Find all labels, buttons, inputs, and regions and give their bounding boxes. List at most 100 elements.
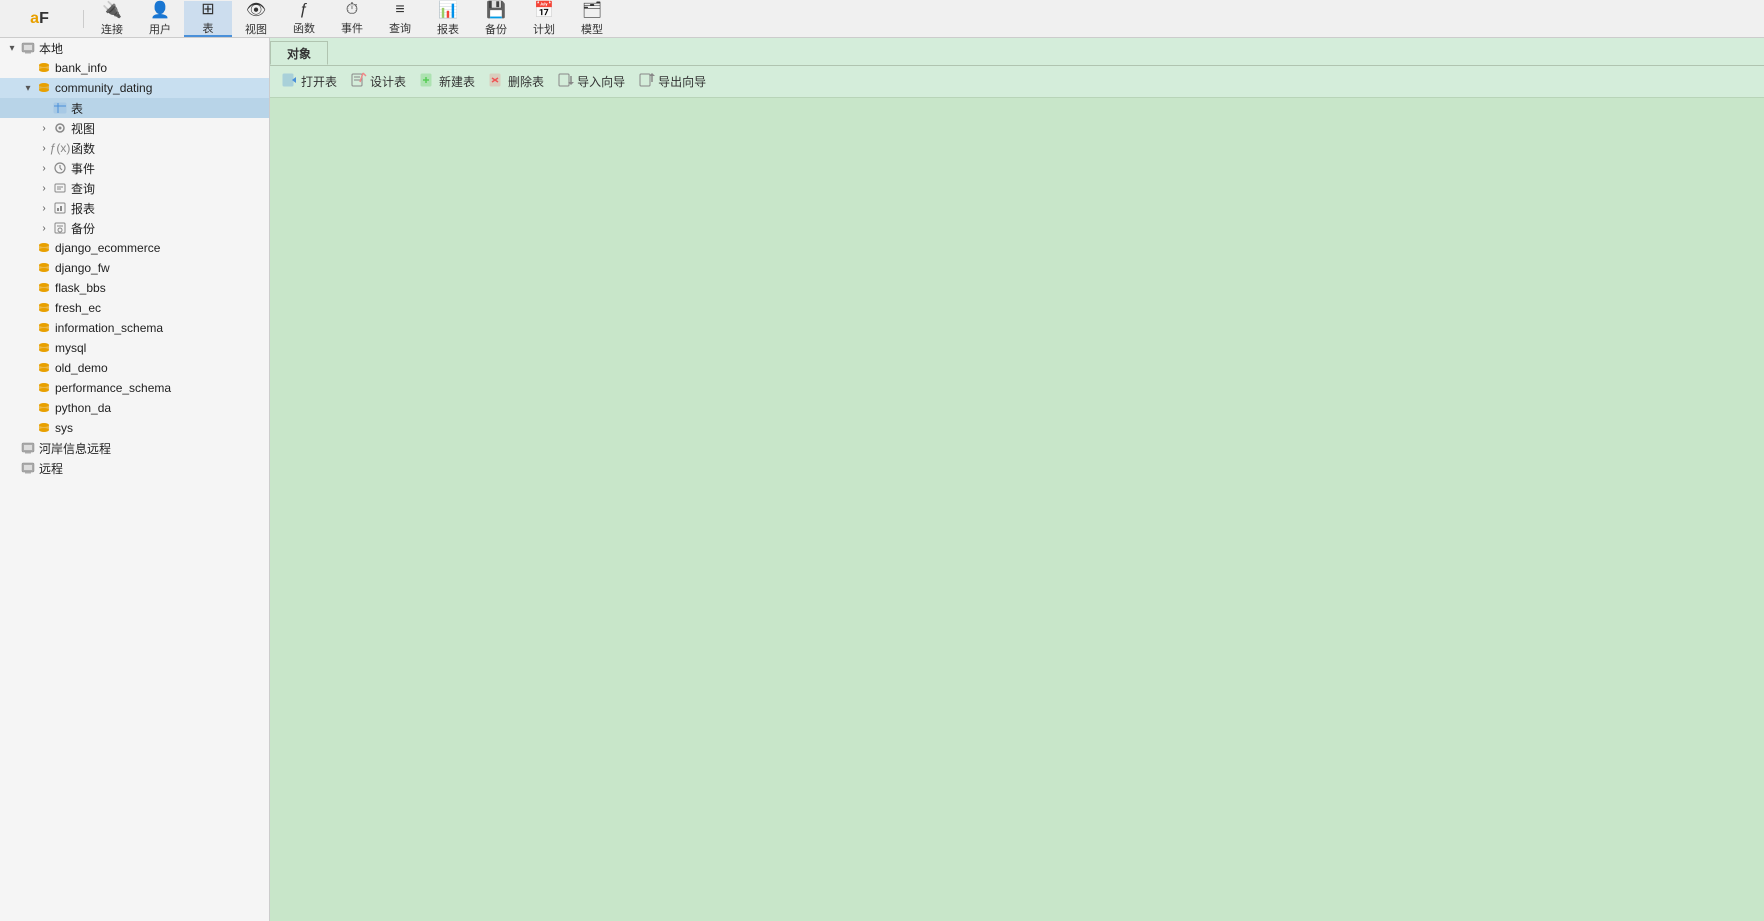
icon-bank_info [36, 60, 52, 76]
import-wizard-icon [558, 72, 574, 91]
report-label: 报表 [437, 21, 459, 37]
tree-item-view_node[interactable]: ›视图 [0, 118, 269, 138]
icon-old_demo [36, 360, 52, 376]
toolbar-btn-backup[interactable]: 💾备份 [472, 1, 520, 37]
label-django_fw: django_fw [55, 261, 110, 275]
toggle-remote [4, 460, 20, 476]
tree-item-python_da[interactable]: python_da [0, 398, 269, 418]
tree-item-community_dating[interactable]: ▾ community_dating [0, 78, 269, 98]
main-panel [270, 98, 1764, 921]
tree-item-mysql[interactable]: mysql [0, 338, 269, 358]
toolbar-btn-query[interactable]: ≡查询 [376, 1, 424, 37]
tree-item-local[interactable]: ▾本地 [0, 38, 269, 58]
model-icon: 🗂 [581, 0, 603, 20]
label-community_dating: community_dating [55, 81, 152, 95]
report-icon: 📊 [437, 0, 459, 20]
tree-item-django_fw[interactable]: django_fw [0, 258, 269, 278]
tree-item-heyan_remote[interactable]: 河岸信息远程 [0, 438, 269, 458]
export-wizard-icon [639, 72, 655, 91]
toolbar-btn-model[interactable]: 🗂模型 [568, 1, 616, 37]
tree-item-table_node[interactable]: 表 [0, 98, 269, 118]
icon-local [20, 40, 36, 56]
tree-item-event_node[interactable]: › 事件 [0, 158, 269, 178]
toolbar-btn-schedule[interactable]: 📅计划 [520, 1, 568, 37]
tree-item-func_node[interactable]: ›ƒ(x)函数 [0, 138, 269, 158]
icon-django_ecommerce [36, 240, 52, 256]
toolbar-btn-report[interactable]: 📊报表 [424, 1, 472, 37]
label-django_ecommerce: django_ecommerce [55, 241, 160, 255]
icon-func_node: ƒ(x) [52, 140, 68, 156]
tree-item-performance_schema[interactable]: performance_schema [0, 378, 269, 398]
obj-btn-design-table[interactable]: 设计表 [345, 70, 412, 93]
icon-fresh_ec [36, 300, 52, 316]
table-icon: ⊞ [197, 0, 219, 19]
toolbar-btn-view[interactable]: 👁视图 [232, 1, 280, 37]
tree-item-fresh_ec[interactable]: fresh_ec [0, 298, 269, 318]
toggle-report_node[interactable]: › [36, 200, 52, 216]
label-remote: 远程 [39, 460, 63, 477]
toggle-local[interactable]: ▾ [4, 40, 20, 56]
icon-mysql [36, 340, 52, 356]
obj-btn-export-wizard[interactable]: 导出向导 [633, 70, 712, 93]
query-icon: ≡ [389, 1, 411, 19]
tree-item-flask_bbs[interactable]: flask_bbs [0, 278, 269, 298]
icon-information_schema [36, 320, 52, 336]
tree-item-query_node[interactable]: ›查询 [0, 178, 269, 198]
icon-community_dating [36, 80, 52, 96]
label-performance_schema: performance_schema [55, 381, 171, 395]
toggle-view_node[interactable]: › [36, 120, 52, 136]
tree-item-report_node[interactable]: › 报表 [0, 198, 269, 218]
label-report_node: 报表 [71, 200, 95, 217]
label-old_demo: old_demo [55, 361, 108, 375]
toggle-query_node[interactable]: › [36, 180, 52, 196]
sidebar: ▾本地 bank_info ▾ community_dating 表›视图›ƒ(x)函数… [0, 38, 270, 921]
table-label: 表 [203, 20, 214, 36]
obj-buttons: 打开表 设计表 新建表删除表导入向导导出向导 [276, 70, 712, 93]
obj-btn-import-wizard[interactable]: 导入向导 [552, 70, 631, 93]
toggle-backup_node[interactable]: › [36, 220, 52, 236]
icon-sys [36, 420, 52, 436]
query-label: 查询 [389, 20, 411, 36]
toolbar-btn-table[interactable]: ⊞表 [184, 1, 232, 37]
icon-performance_schema [36, 380, 52, 396]
tab-bar: 对象 [270, 38, 1764, 66]
label-event_node: 事件 [71, 160, 95, 177]
toggle-heyan_remote [4, 440, 20, 456]
toggle-event_node[interactable]: › [36, 160, 52, 176]
obj-btn-new-table[interactable]: 新建表 [414, 70, 481, 93]
toggle-old_demo [20, 360, 36, 376]
icon-query_node [52, 180, 68, 196]
icon-view_node [52, 120, 68, 136]
event-icon: ⏱ [341, 1, 363, 19]
new-table-label: 新建表 [439, 73, 475, 90]
app-logo: aF [4, 10, 84, 28]
tree-item-remote[interactable]: 远程 [0, 458, 269, 478]
label-bank_info: bank_info [55, 61, 107, 75]
toolbar-buttons: 🔌连接👤用户⊞表👁视图ƒ函数⏱事件≡查询📊报表💾备份📅计划🗂模型 [88, 1, 616, 37]
toggle-community_dating[interactable]: ▾ [20, 80, 36, 96]
tree-item-sys[interactable]: sys [0, 418, 269, 438]
tree-item-backup_node[interactable]: › 备份 [0, 218, 269, 238]
icon-table_node [52, 100, 68, 116]
label-table_node: 表 [71, 100, 83, 117]
label-backup_node: 备份 [71, 220, 95, 237]
tab-objects[interactable]: 对象 [270, 41, 328, 65]
tree-item-bank_info[interactable]: bank_info [0, 58, 269, 78]
toggle-table_node [36, 100, 52, 116]
backup-icon: 💾 [485, 0, 507, 20]
tree-item-old_demo[interactable]: old_demo [0, 358, 269, 378]
design-table-label: 设计表 [370, 73, 406, 90]
obj-btn-open-table[interactable]: 打开表 [276, 70, 343, 93]
main-layout: ▾本地 bank_info ▾ community_dating 表›视图›ƒ(x)函数… [0, 38, 1764, 921]
toolbar-btn-function[interactable]: ƒ函数 [280, 1, 328, 37]
delete-table-icon [489, 72, 505, 91]
obj-btn-delete-table[interactable]: 删除表 [483, 70, 550, 93]
toolbar-btn-event[interactable]: ⏱事件 [328, 1, 376, 37]
icon-backup_node [52, 220, 68, 236]
toggle-sys [20, 420, 36, 436]
top-toolbar: aF 🔌连接👤用户⊞表👁视图ƒ函数⏱事件≡查询📊报表💾备份📅计划🗂模型 [0, 0, 1764, 38]
tree-item-django_ecommerce[interactable]: django_ecommerce [0, 238, 269, 258]
tree-item-information_schema[interactable]: information_schema [0, 318, 269, 338]
toolbar-btn-user[interactable]: 👤用户 [136, 1, 184, 37]
toolbar-btn-connect[interactable]: 🔌连接 [88, 1, 136, 37]
